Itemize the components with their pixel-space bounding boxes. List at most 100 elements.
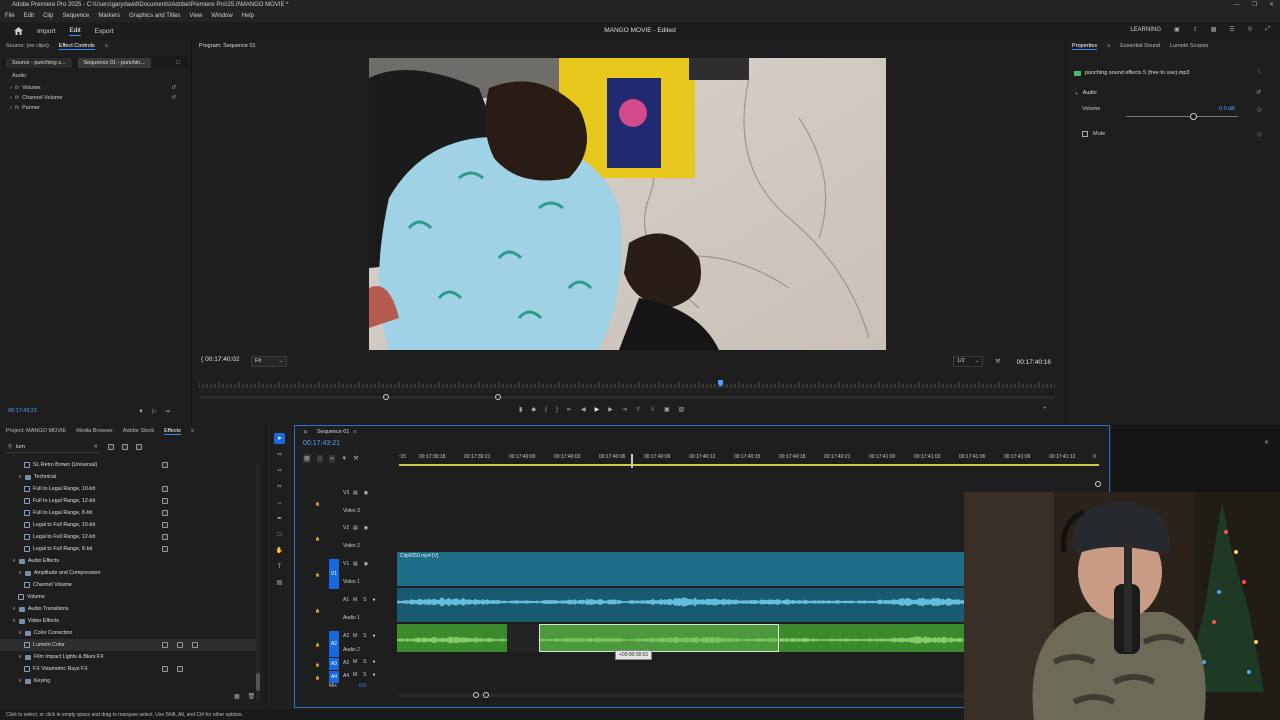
mute-icon[interactable]: M <box>353 597 357 603</box>
panel-menu-icon[interactable]: ≡ <box>353 429 356 435</box>
restore-icon[interactable]: ❐ <box>1252 0 1257 11</box>
linked-selection-icon[interactable]: ∞ <box>328 454 336 463</box>
tab-project[interactable]: Project: MANGO MOVIE <box>6 428 66 434</box>
chevron-down-icon[interactable]: ∨ <box>18 630 22 636</box>
effects-search-input[interactable]: ⚲ lum ✕ <box>6 442 100 453</box>
solo-icon[interactable]: S <box>363 633 366 639</box>
track-header-a2[interactable]: 🔒 A2 A2 M S ● Audio 2 <box>299 631 395 657</box>
sync-lock-icon[interactable]: ▤ <box>353 525 358 531</box>
audio-clip-a1[interactable] <box>397 588 965 622</box>
go-to-in-icon[interactable]: ⇤ <box>567 406 572 413</box>
slip-tool-icon[interactable]: ↔ <box>274 497 285 508</box>
keyframe-icon[interactable]: ◇ <box>1257 131 1262 138</box>
panel-layout-icon[interactable]: ▣ <box>1174 26 1180 33</box>
effects-tree-item[interactable]: Legal to Full Range, 12-bit <box>0 531 258 543</box>
lock-icon[interactable]: 🔒 <box>315 662 320 667</box>
keyframe-icon[interactable]: ◇ <box>1257 106 1262 113</box>
learning-button[interactable]: LEARNING <box>1130 27 1161 33</box>
fx-icon[interactable]: fx <box>15 85 19 91</box>
add-button-icon[interactable]: + <box>1043 406 1047 412</box>
reset-icon[interactable]: ↺ <box>171 85 176 91</box>
menu-icon[interactable]: ☰ <box>1229 26 1234 33</box>
rectangle-tool-icon[interactable]: □ <box>274 529 285 540</box>
type-tool-icon[interactable]: T <box>274 561 285 572</box>
chevron-down-icon[interactable]: ∨ <box>18 570 22 576</box>
tab-export[interactable]: Export <box>95 28 114 35</box>
microphone-icon[interactable]: ● <box>373 659 376 665</box>
close-icon[interactable]: ✕ <box>1264 439 1269 446</box>
lock-icon[interactable]: 🔒 <box>315 572 320 577</box>
menu-sequence[interactable]: Sequence <box>62 11 89 22</box>
lift-icon[interactable]: ⇧ <box>636 406 641 413</box>
accelerated-filter-icon[interactable] <box>108 444 114 450</box>
tab-lumetri-scopes[interactable]: Lumetri Scopes <box>1170 43 1208 49</box>
menu-view[interactable]: View <box>189 11 202 22</box>
chevron-right-icon[interactable]: › <box>10 85 12 91</box>
home-icon[interactable] <box>14 27 23 35</box>
mix-track-header[interactable]: Mix 0.0 <box>299 682 395 690</box>
source-patch-a3[interactable]: A3 <box>329 658 339 670</box>
audio-clip-a2[interactable] <box>397 624 965 652</box>
effects-tree-item[interactable]: FX Volumetric Rays FX <box>0 663 258 675</box>
chevron-down-icon[interactable]: ∨ <box>12 618 16 624</box>
lock-icon[interactable]: 🔒 <box>315 501 320 506</box>
solo-icon[interactable]: S <box>363 672 366 678</box>
minimize-icon[interactable]: — <box>1234 0 1240 11</box>
sync-lock-icon[interactable]: ▤ <box>353 561 358 567</box>
effects-tree-item[interactable]: Lumetri Color <box>0 639 258 651</box>
mark-in-icon[interactable]: { <box>545 407 547 413</box>
extract-icon[interactable]: ⇩ <box>650 406 655 413</box>
lock-icon[interactable]: 🔒 <box>315 675 320 680</box>
fit-dropdown[interactable]: Fit ⌄ <box>251 356 287 367</box>
expand-icon[interactable]: ⤢ <box>1265 26 1270 33</box>
menu-graphics[interactable]: Graphics and Titles <box>129 11 180 22</box>
effects-tree-item[interactable]: ∨ Technical <box>0 471 258 483</box>
eye-icon[interactable]: ◉ <box>364 490 368 496</box>
track-header-a3[interactable]: 🔒 A3 A3 M S ● <box>299 658 395 670</box>
vertical-zoom-handle[interactable] <box>1095 481 1101 487</box>
menu-file[interactable]: File <box>5 11 15 22</box>
export-frame-icon[interactable]: ▣ <box>664 406 670 413</box>
scrollbar[interactable] <box>256 463 260 703</box>
effects-tree-item[interactable]: Channel Volume <box>0 579 258 591</box>
checkbox-icon[interactable] <box>1082 131 1088 137</box>
tab-effect-controls[interactable]: Effect Controls <box>58 43 95 50</box>
lock-icon[interactable]: 🔒 <box>315 642 320 647</box>
pen-tool-icon[interactable]: ✒ <box>274 513 285 524</box>
tab-edit[interactable]: Edit <box>69 27 81 36</box>
wrench-icon[interactable]: ⚒ <box>995 358 1000 365</box>
eye-icon[interactable]: ◉ <box>364 525 368 531</box>
menu-clip[interactable]: Clip <box>43 11 53 22</box>
sync-lock-icon[interactable]: ▤ <box>353 490 358 496</box>
menu-help[interactable]: Help <box>242 11 254 22</box>
new-bin-icon[interactable]: ▦ <box>234 693 240 700</box>
close-icon[interactable]: ✕ <box>1269 0 1274 11</box>
timeline-timecode[interactable]: 00:17:43:21 <box>303 440 340 447</box>
close-icon[interactable]: ✕ <box>303 429 308 436</box>
microphone-icon[interactable]: ● <box>373 597 376 603</box>
tab-adobe-stock[interactable]: Adobe Stock <box>123 428 154 434</box>
snap-icon[interactable]: ∩ <box>316 454 323 463</box>
tab-import[interactable]: Import <box>37 28 55 35</box>
caption-tool-icon[interactable]: ▤ <box>274 577 285 588</box>
mix-value[interactable]: 0.0 <box>359 683 366 689</box>
lock-icon[interactable]: 🔒 <box>315 608 320 613</box>
mute-icon[interactable]: M <box>353 633 357 639</box>
effects-tree-item[interactable]: ∨ Color Correction <box>0 627 258 639</box>
effects-tree-item[interactable]: ∨ Film Impact Lights & Blurs FX <box>0 651 258 663</box>
track-header-a1[interactable]: 🔒 A1 M S ● Audio 1 <box>299 595 395 625</box>
mute-icon[interactable]: M <box>353 672 357 678</box>
chevron-down-icon[interactable]: ∨ <box>18 474 22 480</box>
effect-row-volume[interactable]: › fx Volume ↺ <box>10 83 180 93</box>
panel-menu-icon[interactable]: ≡ <box>191 428 194 434</box>
workspaces-icon[interactable]: ▩ <box>1211 26 1217 33</box>
search-icon[interactable]: ⚲ <box>1248 26 1252 33</box>
playhead[interactable] <box>631 454 633 468</box>
effects-tree-item[interactable]: Legal to Full Range, 10-bit <box>0 519 258 531</box>
menu-edit[interactable]: Edit <box>24 11 34 22</box>
microphone-icon[interactable]: ● <box>373 633 376 639</box>
nest-icon[interactable]: ▦ <box>303 454 311 463</box>
video-frame[interactable] <box>369 58 886 350</box>
effect-row-panner[interactable]: › fx Panner <box>10 103 180 113</box>
zoom-handle-left[interactable] <box>473 692 479 698</box>
